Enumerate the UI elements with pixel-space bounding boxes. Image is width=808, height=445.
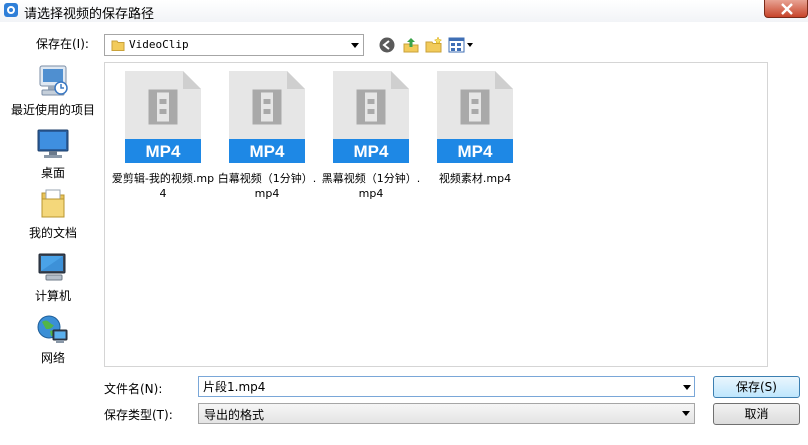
network-icon xyxy=(37,315,68,343)
file-type-badge: MP4 xyxy=(354,142,390,161)
save-button[interactable]: 保存(S) xyxy=(713,376,800,398)
place-recent-items[interactable]: 最近使用的项目 xyxy=(6,64,100,118)
save-in-label: 保存在(I): xyxy=(36,37,89,51)
places-bar: 最近使用的项目 桌面 我的文档 计算机 网络 xyxy=(6,62,100,372)
save-type-label: 保存类型(T): xyxy=(104,408,173,422)
file-type-badge: MP4 xyxy=(250,142,286,161)
file-name-label: 文件名(N): xyxy=(104,382,163,396)
place-label: 我的文档 xyxy=(28,226,77,240)
new-folder-icon[interactable] xyxy=(425,36,443,54)
file-list-view[interactable]: MP4 爱剪辑-我的视频.mp4 MP4 白幕视频（1分钟）.mp4 MP4 黑… xyxy=(104,62,768,367)
view-menu-icon[interactable] xyxy=(448,36,476,54)
desktop-icon xyxy=(37,129,69,158)
file-item[interactable]: MP4 爱剪辑-我的视频.mp4 xyxy=(111,69,215,201)
folder-icon xyxy=(111,40,125,51)
save-type-value: 导出的格式 xyxy=(204,408,265,422)
back-icon[interactable] xyxy=(378,36,396,54)
close-button[interactable] xyxy=(764,0,808,18)
documents-icon xyxy=(41,189,65,218)
save-in-dropdown[interactable]: VideoClip xyxy=(104,34,364,56)
save-in-value: VideoClip xyxy=(129,38,189,51)
file-type-badge: MP4 xyxy=(146,142,182,161)
computer-icon xyxy=(38,253,66,281)
window-title: 请选择视频的保存路径 xyxy=(24,7,155,22)
file-item[interactable]: MP4 白幕视频（1分钟）.mp4 xyxy=(215,69,319,201)
cancel-button[interactable]: 取消 xyxy=(713,403,800,425)
recent-items-icon xyxy=(39,65,68,96)
place-label: 网络 xyxy=(40,351,65,365)
video-file-icon: MP4 xyxy=(229,71,305,163)
place-documents[interactable]: 我的文档 xyxy=(6,187,100,241)
place-label: 最近使用的项目 xyxy=(10,103,95,117)
place-computer[interactable]: 计算机 xyxy=(6,250,100,304)
chevron-down-icon[interactable] xyxy=(680,377,694,396)
close-icon xyxy=(781,3,793,15)
chevron-down-icon xyxy=(682,411,690,416)
place-network[interactable]: 网络 xyxy=(6,312,100,366)
app-icon xyxy=(4,3,18,17)
chevron-down-icon xyxy=(351,43,359,48)
place-desktop[interactable]: 桌面 xyxy=(6,127,100,181)
up-folder-icon[interactable] xyxy=(402,36,420,54)
file-name: 黑幕视频（1分钟）.mp4 xyxy=(321,172,421,200)
file-name: 白幕视频（1分钟）.mp4 xyxy=(217,172,317,200)
place-label: 计算机 xyxy=(34,289,71,303)
video-file-icon: MP4 xyxy=(333,71,409,163)
file-name: 爱剪辑-我的视频.mp4 xyxy=(111,172,215,200)
save-dialog: 请选择视频的保存路径 保存在(I): VideoClip 最近使用的项目 桌面 … xyxy=(0,0,808,445)
video-file-icon: MP4 xyxy=(437,71,513,163)
video-file-icon: MP4 xyxy=(125,71,201,163)
file-item[interactable]: MP4 黑幕视频（1分钟）.mp4 xyxy=(319,69,423,201)
file-type-badge: MP4 xyxy=(458,142,494,161)
file-name-input[interactable] xyxy=(198,376,695,397)
file-item[interactable]: MP4 视频素材.mp4 xyxy=(423,69,527,186)
title-bar: 请选择视频的保存路径 xyxy=(0,0,808,22)
file-name: 视频素材.mp4 xyxy=(438,172,512,185)
place-label: 桌面 xyxy=(40,166,65,180)
save-type-dropdown[interactable]: 导出的格式 xyxy=(198,403,695,424)
